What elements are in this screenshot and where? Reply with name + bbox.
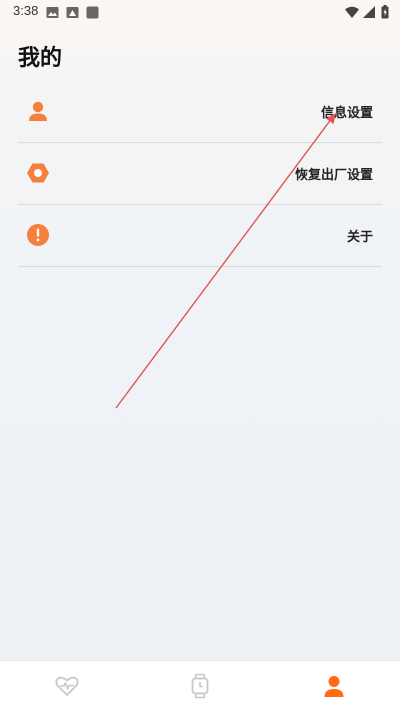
menu-item-label: 恢复出厂设置	[294, 168, 373, 183]
signal-icon	[363, 4, 375, 23]
user-icon	[26, 99, 50, 123]
wifi-icon	[345, 4, 359, 23]
image-icon	[46, 4, 59, 23]
battery-icon	[381, 4, 389, 23]
photo-icon	[66, 4, 79, 23]
bottom-nav	[0, 660, 400, 711]
menu-item-factory-reset[interactable]: 恢复出厂设置	[18, 142, 382, 205]
app-icon	[86, 4, 99, 23]
tab-health[interactable]	[54, 673, 80, 699]
status-bar: 3:38	[0, 0, 400, 24]
menu-item-label: 信息设置	[320, 106, 373, 121]
page-title: 我的	[18, 46, 63, 71]
menu-item-info-settings[interactable]: 信息设置	[18, 80, 382, 143]
info-alert-icon	[26, 223, 50, 247]
heart-pulse-icon	[55, 676, 79, 696]
user-icon	[324, 676, 344, 697]
watch-icon	[191, 673, 209, 699]
hexagon-nut-icon	[26, 161, 50, 185]
menu-item-label: 关于	[346, 230, 373, 245]
tab-watch[interactable]	[187, 673, 213, 699]
menu-item-about[interactable]: 关于	[18, 204, 382, 267]
status-time: 3:38	[13, 3, 39, 18]
tab-profile[interactable]	[321, 673, 347, 699]
screen: 3:38 我的 信息设置 恢复出厂设置 关于	[0, 0, 400, 711]
